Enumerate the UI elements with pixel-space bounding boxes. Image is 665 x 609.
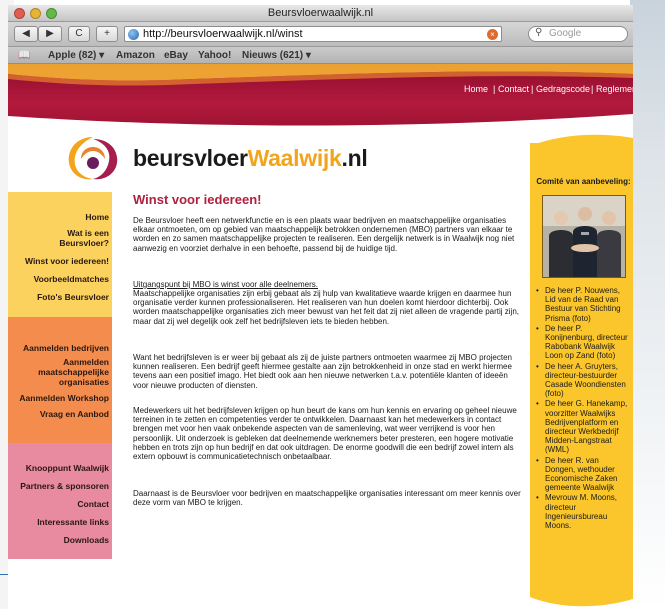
bullet: • xyxy=(536,286,539,295)
committee-photo xyxy=(542,195,626,278)
photo-background-right xyxy=(630,0,665,609)
search-icon: ⚲ xyxy=(535,27,543,38)
nav-group-info: Home Wat is een Beursvloer? Winst voor i… xyxy=(8,192,112,317)
back-button[interactable]: ◀ xyxy=(14,26,38,42)
nav-item-aanmelden-organisaties[interactable]: Aanmelden maatschappelijke organisaties xyxy=(38,357,109,387)
committee-member: De heer A. Gruyters, directeur-bestuurde… xyxy=(545,361,626,399)
paragraph-organisaties: Maatschappelijke organisaties zijn erbij… xyxy=(133,289,519,326)
page-title: Winst voor iedereen! xyxy=(133,192,262,207)
paragraph-intro: De Beursvloer heeft een netwerkfunctie e… xyxy=(133,216,515,253)
list-item: • Mevrouw M. Moons, directeur Ingenieursb… xyxy=(535,493,631,530)
nav-item-fotos-beursvloer[interactable]: Foto's Beursvloer xyxy=(37,292,109,302)
nav-group-overig: Knooppunt Waalwijk Partners & sponsoren … xyxy=(8,443,112,559)
logo-accent: Waalwijk xyxy=(247,145,342,171)
committee-member: De heer G. Hanekamp, voorzitter Waalwijk… xyxy=(545,399,628,455)
forward-button[interactable]: ▶ xyxy=(38,26,62,42)
nav-item-voorbeeldmatches[interactable]: Voorbeeldmatches xyxy=(34,274,109,284)
open-book-icon[interactable]: 📖 xyxy=(18,50,30,61)
window-title: Beursvloerwaalwijk.nl xyxy=(267,7,374,19)
bookmarks-bar: 📖 Apple (82) ▾ Amazon eBay Yahoo! Nieuws… xyxy=(8,47,633,64)
bullet: • xyxy=(536,361,539,371)
paragraph-medewerkers: Medewerkers uit het bedrijfsleven krijge… xyxy=(133,406,517,462)
header-separator: | xyxy=(493,84,496,94)
right-column-bottom-curve xyxy=(530,569,633,609)
committee-list: • De heer P. Nouwens, Lid van de Raad van… xyxy=(535,286,631,531)
search-field[interactable]: ⚲ Google xyxy=(528,26,628,42)
search-placeholder: Google xyxy=(549,28,582,39)
header-band: Home | Contact | Gedragscode | Reglement xyxy=(8,64,633,134)
nav-item-contact[interactable]: Contact xyxy=(77,499,109,509)
bullet: • xyxy=(536,323,539,333)
nav-item-downloads[interactable]: Downloads xyxy=(64,535,109,545)
nav-item-winst-voor-iedereen[interactable]: Winst voor iedereen! xyxy=(25,256,109,266)
globe-icon xyxy=(128,29,139,40)
nav-item-interessante-links[interactable]: Interessante links xyxy=(37,517,109,527)
committee-member: De heer P. Nouwens, Lid van de Raad van … xyxy=(545,286,621,323)
list-item: • De heer P. Konijnenburg, directeur Rabo… xyxy=(535,324,631,361)
address-bar[interactable]: http://beursvloerwaalwijk.nl/winst × xyxy=(124,26,502,42)
paragraph-daarnaast: Daarnaast is de Beursvloer voor bedrijve… xyxy=(133,489,521,508)
reload-button[interactable]: C xyxy=(68,26,90,42)
header-link-gedragscode[interactable]: Gedragscode xyxy=(536,84,590,94)
committee-title: Comité van aanbeveling: xyxy=(536,177,631,186)
list-item: • De heer G. Hanekamp, voorzitter Waalwij… xyxy=(535,399,631,454)
nav-item-aanmelden-bedrijven[interactable]: Aanmelden bedrijven xyxy=(23,343,109,353)
logo-swirl-icon[interactable] xyxy=(63,133,123,185)
nav-item-vraag-en-aanbod[interactable]: Vraag en Aanbod xyxy=(40,409,109,419)
nav-item-home[interactable]: Home xyxy=(85,212,109,222)
header-wave-decoration xyxy=(8,64,633,134)
committee-photo-image xyxy=(543,196,625,277)
bookmark-ebay[interactable]: eBay xyxy=(164,50,188,61)
logo-prefix: beursvloer xyxy=(133,145,248,171)
window-titlebar: Beursvloerwaalwijk.nl xyxy=(8,5,633,22)
paragraph-subheading: Uitgangspunt bij MBO is winst voor alle … xyxy=(133,280,318,289)
bullet: • xyxy=(536,493,539,503)
nav-item-partners-sponsoren[interactable]: Partners & sponsoren xyxy=(20,481,109,491)
list-item: • De heer A. Gruyters, directeur-bestuurd… xyxy=(535,362,631,399)
url-text[interactable]: http://beursvloerwaalwijk.nl/winst xyxy=(143,28,303,40)
nav-item-aanmelden-workshop[interactable]: Aanmelden Workshop xyxy=(19,393,109,403)
bullet: • xyxy=(536,399,539,409)
header-separator: | xyxy=(531,84,534,94)
bookmark-nieuws[interactable]: Nieuws (621) ▾ xyxy=(242,50,311,61)
committee-member: De heer R. van Dongen, wethouder Economi… xyxy=(545,455,618,493)
header-link-contact[interactable]: Contact xyxy=(498,84,529,94)
bookmark-yahoo[interactable]: Yahoo! xyxy=(198,50,231,61)
logo-suffix: .nl xyxy=(341,145,368,171)
stop-loading-icon[interactable]: × xyxy=(487,29,498,40)
browser-toolbar: ◀ ▶ C + http://beursvloerwaalwijk.nl/win… xyxy=(8,22,633,47)
site-logo-text[interactable]: beursvloerWaalwijk.nl xyxy=(133,145,368,172)
header-separator: | xyxy=(591,84,594,94)
bookmark-apple[interactable]: Apple (82) ▾ xyxy=(48,50,104,61)
bookmark-amazon[interactable]: Amazon xyxy=(116,50,155,61)
list-item: • De heer R. van Dongen, wethouder Econom… xyxy=(535,456,631,493)
paragraph-bedrijfsleven: Want het bedrijfsleven is er weer bij ge… xyxy=(133,353,512,390)
web-page: Home | Contact | Gedragscode | Reglement… xyxy=(8,64,633,609)
committee-member: De heer P. Konijnenburg, directeur Rabob… xyxy=(545,323,628,361)
header-link-reglement[interactable]: Reglement xyxy=(596,84,633,94)
bullet: • xyxy=(536,455,539,465)
add-bookmark-button[interactable]: + xyxy=(96,26,118,42)
nav-item-knooppunt-waalwijk[interactable]: Knooppunt Waalwijk xyxy=(26,463,109,473)
nav-group-aanmelden: Aanmelden bedrijven Aanmelden maatschapp… xyxy=(8,317,112,443)
header-link-home[interactable]: Home xyxy=(464,84,488,94)
committee-member: Mevrouw M. Moons, directeur Ingenieursbu… xyxy=(545,493,618,531)
list-item: • De heer P. Nouwens, Lid van de Raad van… xyxy=(535,286,631,323)
nav-item-wat-is-een-beursvloer[interactable]: Wat is een Beursvloer? xyxy=(59,228,109,248)
